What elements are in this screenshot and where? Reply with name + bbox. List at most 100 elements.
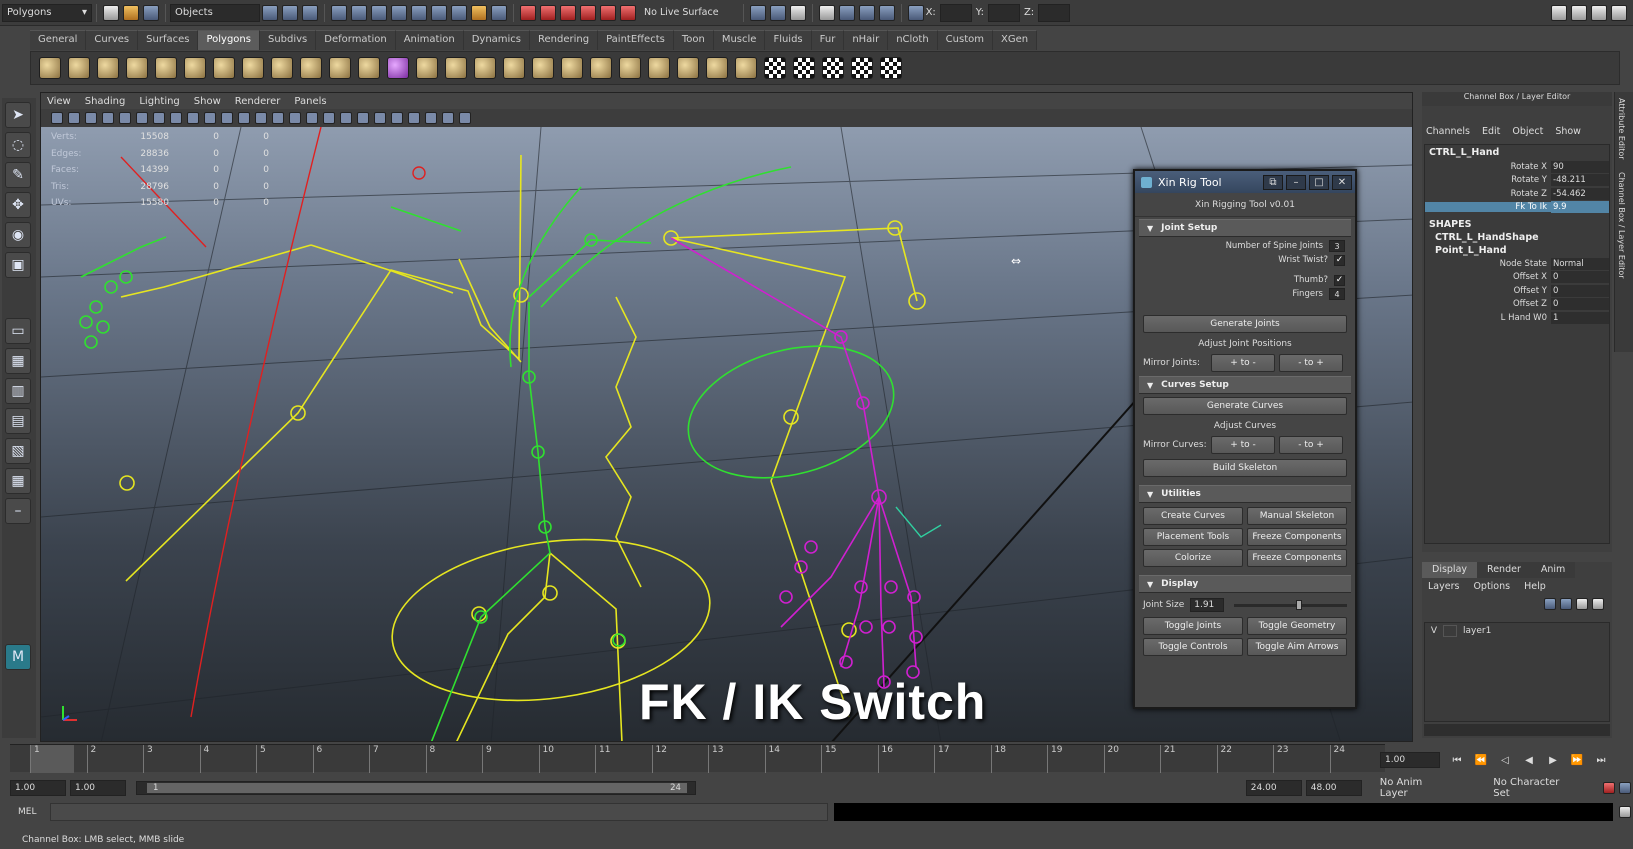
select-tool-icon[interactable]: ➤ [5,102,31,128]
snap-curve-icon[interactable] [351,4,367,21]
step-back-key-icon[interactable]: ⏪ [1474,753,1488,767]
channel-row[interactable]: Rotate X 90 [1425,160,1609,174]
snap-surface-icon[interactable] [431,4,447,21]
scale-tool-icon[interactable]: ▣ [5,252,31,278]
menu-set-dropdown[interactable]: Polygons ▾ [2,3,92,22]
maximize-icon[interactable]: □ [1309,174,1329,190]
mirror-joints-minus-button[interactable]: - to + [1279,354,1343,372]
xray-icon[interactable] [374,112,386,124]
shelf-tab-curves[interactable]: Curves [86,30,139,50]
channel-value[interactable]: 0 [1551,284,1609,297]
shape-name[interactable]: Point_L_Hand [1425,244,1609,257]
render-sequence-icon[interactable] [838,4,855,21]
sculpt-geometry-icon[interactable] [735,57,757,79]
channels-menu[interactable]: Channels [1426,126,1470,137]
close-icon[interactable]: ✕ [1332,174,1352,190]
render-frame-icon[interactable] [818,4,835,21]
paint-select-tool-icon[interactable]: ✎ [5,162,31,188]
ambient-occlusion-icon[interactable] [425,112,437,124]
tool-settings-toggle-icon[interactable] [1591,4,1607,21]
minimize-icon[interactable]: – [1286,174,1306,190]
open-scene-icon[interactable] [123,4,139,21]
cylindrical-mapping-icon[interactable] [793,57,815,79]
shelf-tab-muscle[interactable]: Muscle [713,30,766,50]
shadows-icon[interactable] [340,112,352,124]
attribute-editor-toggle-icon[interactable] [1571,4,1587,21]
new-scene-icon[interactable] [103,4,119,21]
safe-title-icon[interactable] [238,112,250,124]
y-field[interactable] [987,3,1020,22]
shelf-tab-rendering[interactable]: Rendering [530,30,599,50]
mirror-curves-minus-button[interactable]: - to + [1279,436,1343,454]
camera-attributes-icon[interactable] [68,112,80,124]
smooth-icon[interactable] [387,57,409,79]
tab-render[interactable]: Render [1477,562,1531,578]
magnet-icon[interactable] [620,4,636,21]
channel-value[interactable]: 9.9 [1551,201,1609,214]
wedge-icon[interactable] [677,57,699,79]
channel-row[interactable]: Offset X 0 [1425,271,1609,285]
depth-of-field-icon[interactable] [459,112,471,124]
anti-aliasing-icon[interactable] [442,112,454,124]
viewport-menu-panels[interactable]: Panels [294,96,326,107]
display-section[interactable]: ▼ Display [1139,575,1351,593]
hypershade-icon[interactable] [580,4,596,21]
select-component-icon[interactable] [302,4,318,21]
shelf-tab-fluids[interactable]: Fluids [765,30,812,50]
input-output-icon[interactable] [749,4,766,21]
placement-tools-button[interactable]: Placement Tools [1143,528,1243,546]
shelf-tab-nhair[interactable]: nHair [844,30,889,50]
wireframe-on-shaded-icon[interactable] [289,112,301,124]
utilities-section[interactable]: ▼ Utilities [1139,485,1351,503]
z-field[interactable] [1038,3,1071,22]
combine-icon[interactable] [329,57,351,79]
time-slider[interactable]: 1 2 3 4 5 6 7 8 9 10 11 12 13 14 15 16 17 18 19 20 21 22 23 24 [10,744,1385,773]
channel-value[interactable]: Normal [1551,257,1609,270]
freeze-components-button[interactable]: Freeze Components [1247,528,1347,546]
snap-point-icon[interactable] [371,4,387,21]
poly-plane-icon[interactable] [155,57,177,79]
show-menu[interactable]: Show [1555,126,1581,137]
viewport-menu-show[interactable]: Show [194,96,221,107]
shelf-tab-deformation[interactable]: Deformation [316,30,396,50]
single-perspective-layout-icon[interactable]: ▭ [5,318,31,344]
step-back-frame-icon[interactable]: ◁ [1498,753,1512,767]
gate-mask-icon[interactable] [187,112,199,124]
shelf-tab-polygons[interactable]: Polygons [198,30,260,50]
thumb-checkbox[interactable]: ✓ [1334,274,1345,286]
channel-row[interactable]: Rotate Y -48.211 [1425,174,1609,188]
camera-icon[interactable] [51,112,63,124]
range-slider-handle[interactable]: 1 24 [146,783,687,793]
hypershade-layout-icon[interactable]: ▧ [5,438,31,464]
visibility-toggle[interactable]: V [1425,626,1443,636]
shelf-tab-painteffects[interactable]: PaintEffects [598,30,674,50]
poly-cube-icon[interactable] [68,57,90,79]
generate-curves-button[interactable]: Generate Curves [1143,397,1347,415]
film-gate-icon[interactable] [153,112,165,124]
restore-icon[interactable]: ⧉ [1263,174,1283,190]
isolate-select-icon[interactable] [357,112,369,124]
go-to-start-icon[interactable]: ⏮ [1450,753,1464,767]
manual-skeleton-button[interactable]: Manual Skeleton [1247,507,1347,525]
sidebar-toggle-icon[interactable] [1551,4,1567,21]
go-to-end-icon[interactable]: ⏭ [1594,753,1608,767]
anim-layer-dropdown[interactable]: No Anim Layer [1380,777,1454,799]
poly-cylinder-icon[interactable] [97,57,119,79]
layer-color-swatch[interactable] [1443,625,1457,637]
construction-history-icon[interactable] [491,4,507,21]
channel-value[interactable]: -48.211 [1551,174,1609,187]
poke-icon[interactable] [706,57,728,79]
generate-joints-button[interactable]: Generate Joints [1143,315,1347,333]
shelf-tab-surfaces[interactable]: Surfaces [138,30,199,50]
script-editor-icon[interactable] [1619,806,1631,818]
help-menu[interactable]: Help [1524,581,1546,592]
persp-outliner-layout-icon[interactable]: ▥ [5,378,31,404]
spine-joints-field[interactable]: 3 [1329,240,1345,252]
joint-size-slider[interactable] [1234,599,1347,610]
node-editor-icon[interactable] [789,4,806,21]
poly-pipe-icon[interactable] [242,57,264,79]
step-forward-key-icon[interactable]: ⏩ [1570,753,1584,767]
planar-mapping-icon[interactable] [764,57,786,79]
separate-icon[interactable] [358,57,380,79]
grease-pencil-icon[interactable] [119,112,131,124]
